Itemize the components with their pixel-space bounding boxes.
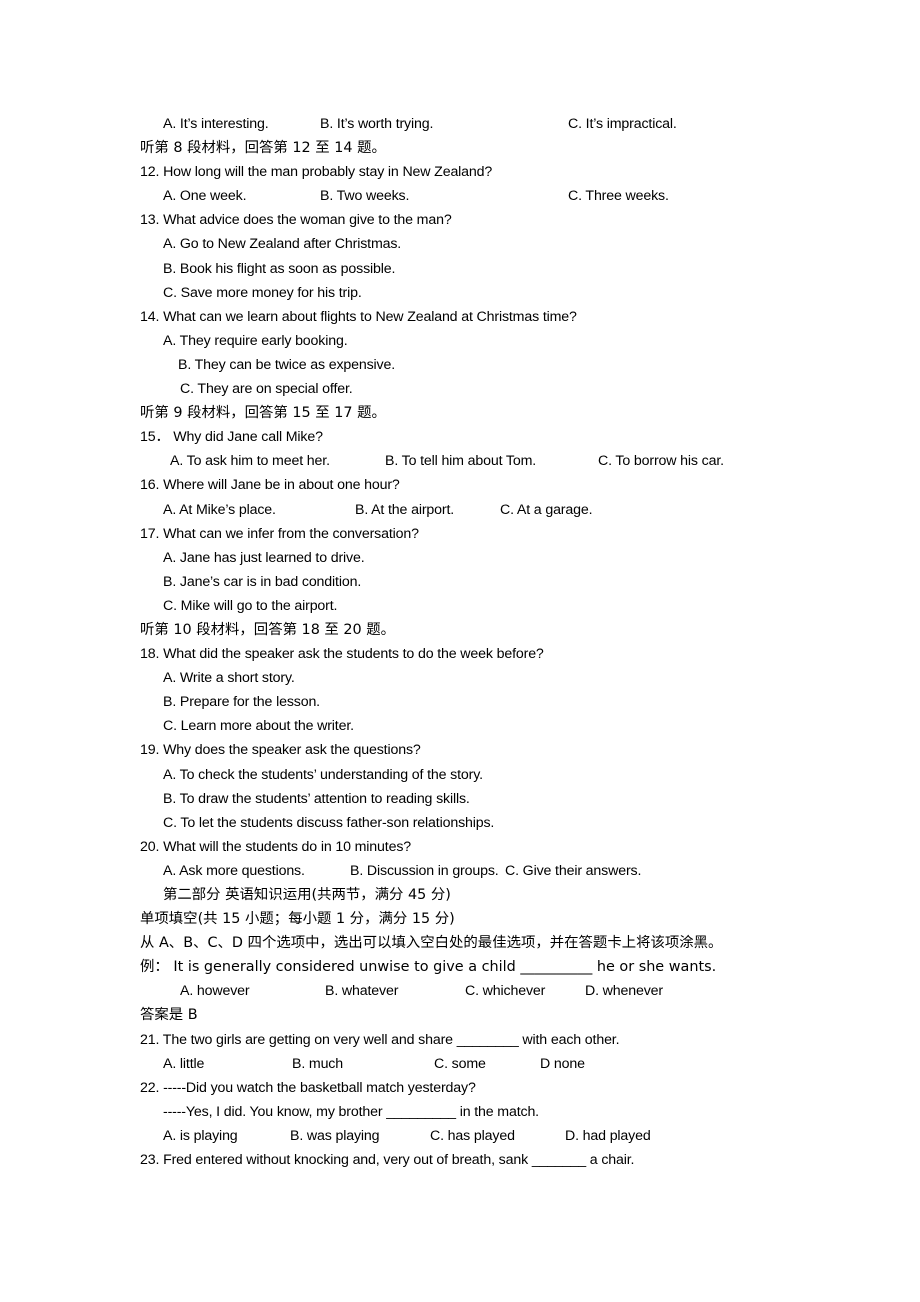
part-two-heading: 第二部分 英语知识运用(共两节，满分 45 分) [163, 887, 451, 903]
q22-stem: 22. -----Did you watch the basketball ma… [140, 1079, 476, 1096]
option-c[interactable]: C. It’s impractical. [568, 112, 677, 136]
section-8-heading: 听第 8 段材料，回答第 12 至 14 题。 [140, 140, 386, 157]
option-c[interactable]: C. whichever [465, 979, 545, 1003]
section-9-heading: 听第 9 段材料，回答第 15 至 17 题。 [140, 405, 386, 422]
q19-b: B. To draw the students’ attention to re… [163, 790, 470, 807]
q21-stem: 21. The two girls are getting on very we… [140, 1031, 620, 1048]
option-c[interactable]: C. At a garage. [500, 498, 593, 522]
q11-options: A. It’s interesting. B. It’s worth trying… [0, 112, 920, 136]
q21-options: A. little B. much C. some D none [0, 1052, 920, 1076]
option-b[interactable]: B. much [292, 1052, 343, 1076]
q19-c: C. To let the students discuss father-so… [163, 814, 495, 831]
q22-stem2: -----Yes, I did. You know, my brother __… [163, 1103, 539, 1120]
q13-b: B. Book his flight as soon as possible. [163, 260, 396, 277]
option-a[interactable]: A. Ask more questions. [163, 859, 305, 883]
q17-b: B. Jane’s car is in bad condition. [163, 573, 362, 590]
q12-stem: 12. How long will the man probably stay … [140, 164, 493, 181]
q23-stem: 23. Fred entered without knocking and, v… [140, 1152, 635, 1169]
q14-c: C. They are on special offer. [180, 381, 353, 398]
q13-a: A. Go to New Zealand after Christmas. [163, 236, 402, 253]
option-d[interactable]: D. whenever [585, 979, 663, 1003]
option-b[interactable]: B. To tell him about Tom. [385, 449, 536, 473]
option-c[interactable]: C. has played [430, 1124, 515, 1148]
option-b[interactable]: B. was playing [290, 1124, 380, 1148]
q18-a: A. Write a short story. [163, 670, 295, 687]
q12-options: A. One week. B. Two weeks. C. Three weeks. [0, 184, 920, 208]
q13-c: C. Save more money for his trip. [163, 284, 362, 301]
q14-stem: 14. What can we learn about flights to N… [140, 308, 577, 325]
option-d[interactable]: D none [540, 1052, 585, 1076]
q18-c: C. Learn more about the writer. [163, 718, 354, 735]
option-b[interactable]: B. whatever [325, 979, 398, 1003]
q22-options: A. is playing B. was playing C. has played… [0, 1124, 920, 1148]
exam-page: A. It’s interesting. B. It’s worth trying… [0, 0, 920, 1302]
option-c[interactable]: C. Three weeks. [568, 184, 669, 208]
example-options: A. however B. whatever C. whichever D. when… [0, 979, 920, 1003]
q20-options: A. Ask more questions. B. Discussion in g… [0, 859, 920, 883]
q15-options: A. To ask him to meet her. B. To tell him… [0, 449, 920, 473]
q16-stem: 16. Where will Jane be in about one hour… [140, 477, 400, 494]
example-answer: 答案是 B [140, 1007, 198, 1024]
option-c[interactable]: C. some [434, 1052, 486, 1076]
q14-a: A. They require early booking. [163, 332, 348, 349]
option-a[interactable]: A. At Mike’s place. [163, 498, 276, 522]
q17-a: A. Jane has just learned to drive. [163, 549, 365, 566]
option-b[interactable]: B. Discussion in groups. [350, 859, 499, 883]
option-b[interactable]: B. Two weeks. [320, 184, 409, 208]
option-a[interactable]: A. little [163, 1052, 204, 1076]
option-b[interactable]: B. It’s worth trying. [320, 112, 433, 136]
q13-stem: 13. What advice does the woman give to t… [140, 212, 452, 229]
q20-stem: 20. What will the students do in 10 minu… [140, 838, 411, 855]
multiple-choice-heading: 单项填空(共 15 小题；每小题 1 分，满分 15 分) [140, 911, 455, 928]
q19-stem: 19. Why does the speaker ask the questio… [140, 742, 421, 759]
q18-stem: 18. What did the speaker ask the student… [140, 646, 544, 663]
option-c[interactable]: C. To borrow his car. [598, 449, 724, 473]
instruction-line: 从 A、B、C、D 四个选项中，选出可以填入空白处的最佳选项，并在答题卡上将该项… [140, 935, 723, 952]
option-a[interactable]: A. is playing [163, 1124, 238, 1148]
option-a[interactable]: A. however [180, 979, 250, 1003]
q18-b: B. Prepare for the lesson. [163, 694, 320, 711]
option-b[interactable]: B. At the airport. [355, 498, 454, 522]
option-a[interactable]: A. To ask him to meet her. [170, 449, 330, 473]
q19-a: A. To check the students’ understanding … [163, 766, 483, 783]
q17-stem: 17. What can we infer from the conversat… [140, 525, 419, 542]
q14-b: B. They can be twice as expensive. [178, 356, 396, 373]
option-a[interactable]: A. One week. [163, 184, 247, 208]
section-10-heading: 听第 10 段材料，回答第 18 至 20 题。 [140, 621, 396, 638]
option-d[interactable]: D. had played [565, 1124, 651, 1148]
example-stem: 例： It is generally considered unwise to … [140, 959, 717, 976]
q16-options: A. At Mike’s place. B. At the airport. C. … [0, 498, 920, 522]
q17-c: C. Mike will go to the airport. [163, 597, 338, 614]
option-a[interactable]: A. It’s interesting. [163, 112, 269, 136]
option-c[interactable]: C. Give their answers. [505, 859, 641, 883]
q15-stem: 15． Why did Jane call Mike? [140, 429, 323, 446]
